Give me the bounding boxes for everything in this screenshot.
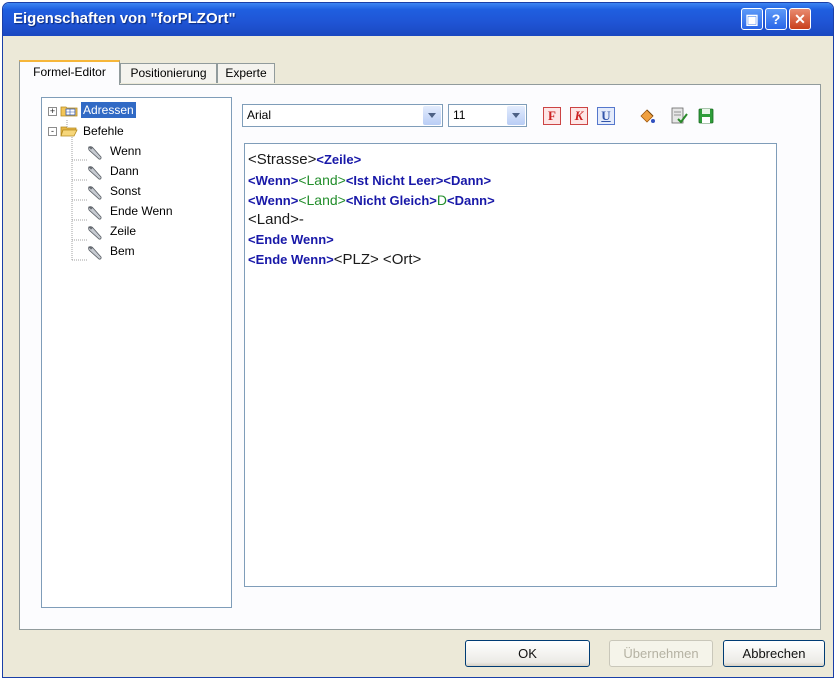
underline-button[interactable]: U [597,107,615,125]
keyword-token: <Dann> [443,173,492,188]
keyword-token: <Ende Wenn> [248,252,334,267]
tree-label-adressen: Adressen [81,102,136,118]
paint-bucket-icon[interactable] [637,107,657,125]
tab-formel-editor[interactable]: Formel-Editor [19,60,120,85]
wrench-icon [88,146,102,160]
wrench-icon [88,206,102,220]
cancel-button[interactable]: Abbrechen [723,640,825,667]
wrench-icon [88,166,102,180]
keyword-token: <Ist Nicht Leer> [345,173,444,188]
command-label: Dann [110,164,139,178]
italic-button[interactable]: K [570,107,588,125]
font-select[interactable]: Arial [242,104,443,127]
apply-button[interactable]: Übernehmen [609,640,713,667]
keyword-token: <Ende Wenn> [248,232,334,247]
command-label: Bem [110,244,135,258]
font-value: Arial [247,108,272,122]
text-token: <Strasse> [248,151,317,168]
chevron-down-icon[interactable] [423,106,441,125]
restore-button[interactable]: ▣ [741,8,763,30]
keyword-token: <Dann> [447,193,495,208]
font-size-select[interactable]: 11 [448,104,527,127]
open-folder-icon [60,126,78,137]
editor-line: <Wenn><Land><Ist Nicht Leer><Dann> [248,170,776,190]
editor-line: <Ende Wenn><PLZ> <Ort> [248,250,776,270]
tab-positionierung[interactable]: Positionierung [120,63,217,83]
command-label: Sonst [110,184,141,198]
chevron-down-icon[interactable] [507,106,525,125]
expand-icon[interactable]: + [48,107,57,116]
editor-line: <Ende Wenn> [248,230,776,250]
field-token: <Land> [298,192,346,208]
command-label: Ende Wenn [110,204,173,218]
save-icon[interactable] [697,107,715,125]
ok-button[interactable]: OK [465,640,590,667]
tab-experte[interactable]: Experte [217,63,275,83]
wrench-icon [88,246,102,260]
wrench-icon [88,226,102,240]
title-bar[interactable]: Eigenschaften von "forPLZOrt" ▣ ? ✕ [3,3,833,36]
keyword-token: <Wenn> [248,193,299,208]
table-folder-icon [60,106,78,117]
command-label: Zeile [110,224,137,238]
help-button[interactable]: ? [765,8,787,30]
field-tree[interactable]: + Adressen - Befehle Wenn Dann Sonst End… [41,97,232,608]
text-token: <Land>- [248,211,304,228]
properties-dialog: Eigenschaften von "forPLZOrt" ▣ ? ✕ Form… [2,2,834,678]
editor-line: <Strasse><Zeile> [248,150,776,170]
window-title: Eigenschaften von "forPLZOrt" [13,10,236,27]
editor-line: <Wenn><Land><Nicht Gleich>D<Dann> [248,190,776,210]
keyword-token: <Zeile> [316,152,362,167]
wrench-icon [88,186,102,200]
close-button[interactable]: ✕ [789,8,811,30]
field-token: D [436,192,448,208]
keyword-token: <Nicht Gleich> [345,193,437,208]
editor-line: <Land>- [248,210,776,230]
collapse-icon[interactable]: - [48,127,57,136]
command-label: Wenn [110,144,142,158]
tree-label-befehle: Befehle [83,124,124,138]
text-token: <PLZ> <Ort> [333,251,422,268]
formula-editor[interactable]: <Strasse><Zeile> <Wenn><Land><Ist Nicht L… [244,143,777,587]
bold-button[interactable]: F [543,107,561,125]
keyword-token: <Wenn> [248,173,299,188]
font-size-value: 11 [453,108,466,122]
field-token: <Land> [298,172,346,188]
edit-check-icon[interactable] [669,106,689,126]
